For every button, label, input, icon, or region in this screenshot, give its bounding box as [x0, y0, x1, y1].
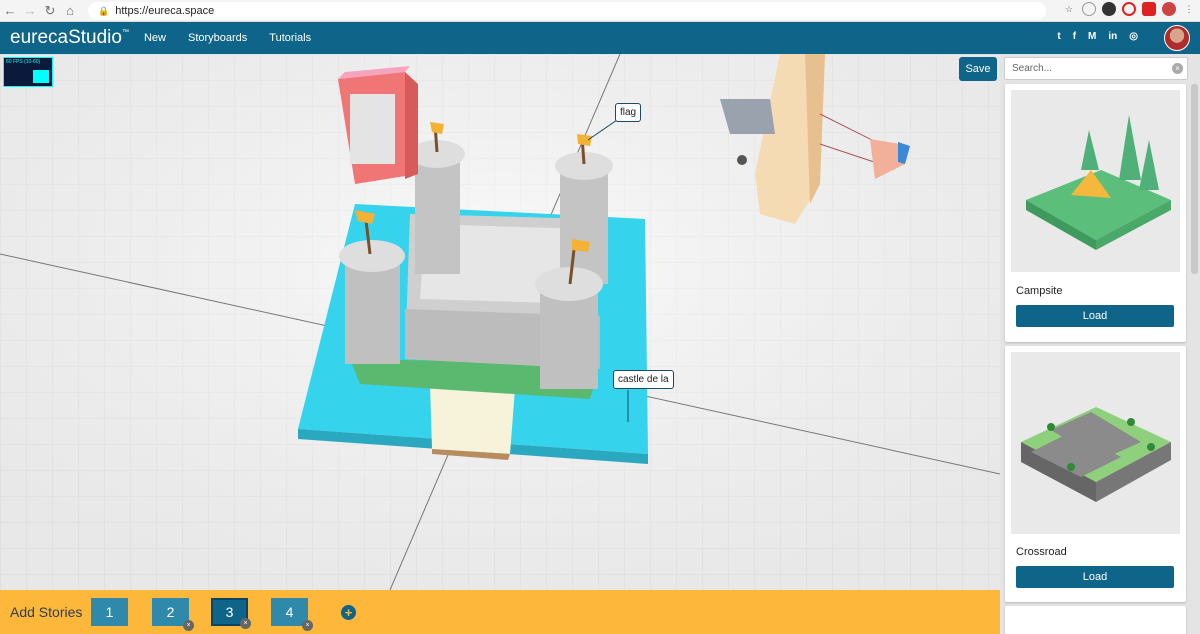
model-card-campsite: Campsite Load: [1005, 84, 1186, 342]
medium-icon[interactable]: M: [1088, 31, 1096, 42]
scene-canvas[interactable]: [0, 54, 1000, 590]
extension-icon[interactable]: [1082, 2, 1096, 16]
delete-story-icon[interactable]: ×: [240, 618, 251, 629]
nav-tutorials[interactable]: Tutorials: [269, 32, 311, 44]
instagram-icon[interactable]: ◎: [1129, 31, 1138, 42]
avatar[interactable]: [1164, 25, 1190, 51]
extension-icon[interactable]: [1102, 2, 1116, 16]
campsite-thumbnail: [1011, 90, 1180, 272]
search-input[interactable]: Search... ×: [1004, 57, 1188, 80]
url-text: https://eureca.space: [115, 5, 215, 17]
panel-scrollbar[interactable]: [1191, 84, 1198, 274]
model-card: [1005, 606, 1186, 634]
menu-kebab-icon[interactable]: ⋮: [1182, 2, 1196, 16]
forward-icon[interactable]: →: [20, 1, 40, 21]
add-story-icon[interactable]: +: [341, 605, 356, 620]
profile-icon[interactable]: [1162, 2, 1176, 16]
stories-title: Add Stories: [10, 604, 83, 620]
story-tab-3[interactable]: 3 ×: [211, 598, 251, 629]
reload-icon[interactable]: ↻: [40, 1, 60, 21]
crossroad-thumbnail: [1011, 352, 1180, 534]
app-logo[interactable]: eurecaStudio ™: [10, 27, 129, 49]
load-button[interactable]: Load: [1016, 566, 1174, 588]
nav-storyboards[interactable]: Storyboards: [188, 32, 247, 44]
model-card-crossroad: Crossroad Load: [1005, 346, 1186, 602]
address-bar[interactable]: 🔒 https://eureca.space: [88, 2, 1046, 20]
linkedin-icon[interactable]: in: [1108, 31, 1117, 42]
home-icon[interactable]: ⌂: [60, 1, 80, 21]
fps-bar: [33, 70, 49, 83]
opera-icon[interactable]: [1122, 2, 1136, 16]
lock-icon: 🔒: [98, 5, 110, 16]
card-title: Crossroad: [1016, 546, 1067, 558]
stories-bar: Add Stories 1 2 × 3 × 4 × +: [0, 590, 1000, 634]
extension-icon[interactable]: [1142, 2, 1156, 16]
story-tab-1[interactable]: 1: [91, 598, 128, 626]
scene-viewport[interactable]: 60 FPS (10-60) flag castle de la Save: [0, 54, 1000, 590]
load-button[interactable]: Load: [1016, 305, 1174, 327]
model-library-panel: Search... × Campsite Load Crossroad Load: [1000, 54, 1200, 634]
nav-new[interactable]: New: [144, 32, 166, 44]
story-tab-4[interactable]: 4 ×: [271, 598, 313, 631]
card-title: Campsite: [1016, 285, 1063, 297]
delete-story-icon[interactable]: ×: [183, 620, 194, 631]
delete-story-icon[interactable]: ×: [302, 620, 313, 631]
star-icon[interactable]: ☆: [1062, 2, 1076, 16]
fps-meter: 60 FPS (10-60): [3, 57, 53, 87]
browser-toolbar: ← → ↻ ⌂ 🔒 https://eureca.space ☆ ⋮: [0, 0, 1200, 22]
save-button[interactable]: Save: [959, 57, 997, 81]
label-castle[interactable]: castle de la: [613, 370, 674, 389]
story-tab-2[interactable]: 2 ×: [152, 598, 194, 631]
facebook-icon[interactable]: f: [1073, 31, 1076, 42]
back-icon[interactable]: ←: [0, 1, 20, 21]
label-flag[interactable]: flag: [615, 103, 642, 122]
browser-extensions: ☆ ⋮: [1062, 2, 1196, 16]
twitter-icon[interactable]: t: [1057, 31, 1060, 42]
social-links: t f M in ◎: [1057, 31, 1138, 42]
app-header: eurecaStudio ™ New Storyboards Tutorials …: [0, 22, 1200, 54]
clear-search-icon[interactable]: ×: [1172, 63, 1183, 74]
trademark-mark: ™: [121, 29, 129, 36]
